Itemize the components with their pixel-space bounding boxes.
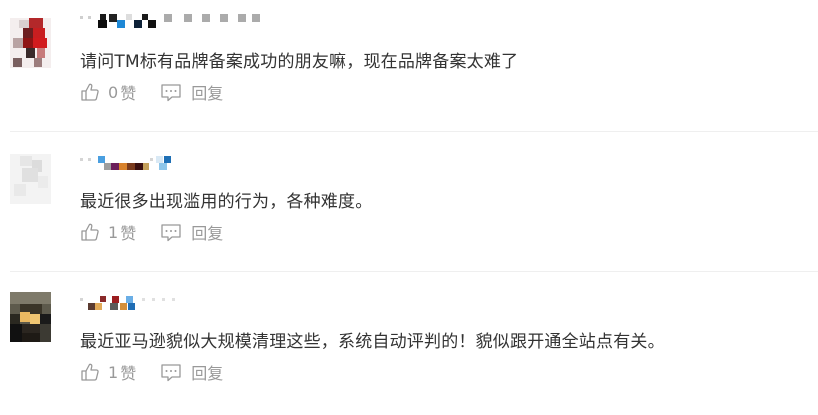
like-count: 1 bbox=[108, 362, 119, 382]
divider bbox=[10, 131, 818, 132]
comment-bubble-icon bbox=[160, 222, 182, 242]
comment-actions: 0 赞 回复 bbox=[80, 80, 223, 104]
like-button[interactable]: 0 赞 bbox=[80, 80, 136, 104]
comment-actions: 1 赞 回复 bbox=[80, 360, 223, 384]
comment-actions: 1 赞 回复 bbox=[80, 220, 223, 244]
like-button[interactable]: 1 赞 bbox=[80, 360, 136, 384]
reply-button[interactable]: 回复 bbox=[160, 220, 223, 244]
avatar[interactable] bbox=[10, 292, 51, 342]
like-count: 0 bbox=[108, 82, 119, 102]
divider bbox=[10, 271, 818, 272]
username[interactable] bbox=[80, 14, 260, 28]
like-count: 1 bbox=[108, 222, 119, 242]
comment-text: 请问TM标有品牌备案成功的朋友嘛，现在品牌备案太难了 bbox=[80, 52, 519, 72]
thumbs-up-icon bbox=[80, 82, 100, 102]
username[interactable] bbox=[80, 156, 180, 170]
avatar[interactable] bbox=[10, 18, 51, 68]
reply-label: 回复 bbox=[191, 224, 224, 243]
like-button[interactable]: 1 赞 bbox=[80, 220, 136, 244]
reply-label: 回复 bbox=[191, 364, 224, 383]
like-label: 赞 bbox=[120, 364, 137, 383]
comment-bubble-icon bbox=[160, 82, 182, 102]
comment-item: 最近很多出现滥用的行为，各种难度。 1 赞 回复 bbox=[0, 140, 818, 275]
comment-item: 最近亚马逊貌似大规模清理这些，系统自动评判的！貌似跟开通全站点有关。 1 赞 回… bbox=[0, 280, 818, 415]
username[interactable] bbox=[80, 296, 190, 310]
like-label: 赞 bbox=[120, 84, 137, 103]
reply-label: 回复 bbox=[191, 84, 224, 103]
reply-button[interactable]: 回复 bbox=[160, 80, 223, 104]
like-label: 赞 bbox=[120, 224, 137, 243]
thumbs-up-icon bbox=[80, 222, 100, 242]
comment-bubble-icon bbox=[160, 362, 182, 382]
comment-text: 最近很多出现滥用的行为，各种难度。 bbox=[80, 192, 373, 212]
avatar[interactable] bbox=[10, 154, 51, 204]
comment-item: 请问TM标有品牌备案成功的朋友嘛，现在品牌备案太难了 0 赞 回复 bbox=[0, 0, 818, 135]
thumbs-up-icon bbox=[80, 362, 100, 382]
reply-button[interactable]: 回复 bbox=[160, 360, 223, 384]
comment-text: 最近亚马逊貌似大规模清理这些，系统自动评判的！貌似跟开通全站点有关。 bbox=[80, 332, 665, 352]
